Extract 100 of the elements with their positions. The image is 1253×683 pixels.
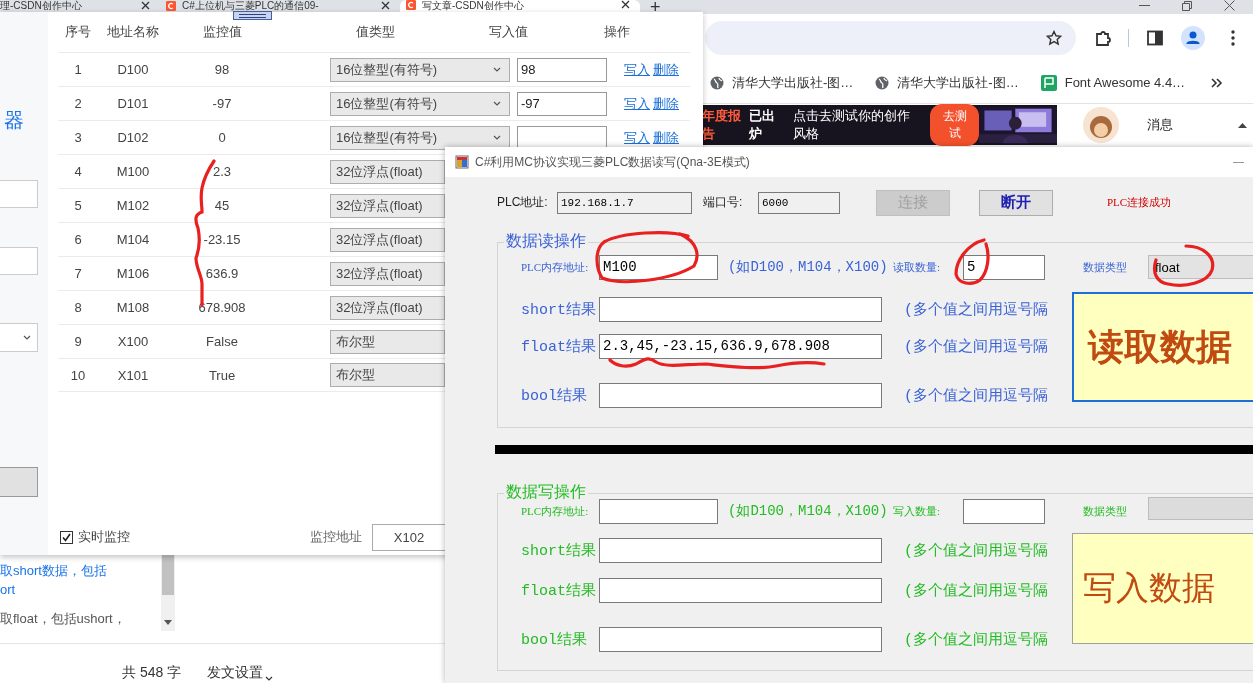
input-field[interactable]: 192.168.1.7 bbox=[557, 191, 692, 214]
table-cell: -23.15 bbox=[203, 232, 241, 247]
star-icon[interactable] bbox=[1046, 30, 1062, 46]
table-cell: M108 bbox=[116, 300, 150, 315]
input-field[interactable] bbox=[599, 577, 882, 603]
banner-emphasis: 已出炉 bbox=[749, 106, 777, 143]
type-dropdown[interactable]: 布尔型 bbox=[330, 329, 445, 354]
delete-link[interactable]: 删除 bbox=[653, 60, 679, 79]
checkbox[interactable] bbox=[60, 530, 73, 544]
type-dropdown[interactable]: float bbox=[1148, 255, 1253, 279]
type-dropdown[interactable]: 32位浮点(float) bbox=[330, 227, 445, 252]
input-field[interactable]: 2.3,45,-23.15,636.9,678.908 bbox=[599, 333, 882, 359]
row-number: 10 bbox=[70, 367, 86, 383]
outline-link[interactable]: 取short数据，包括 bbox=[0, 561, 161, 580]
hint-text: (多个值之间用逗号隔 bbox=[904, 630, 1048, 649]
avatar-icon[interactable] bbox=[1083, 106, 1119, 143]
caret-down-icon bbox=[493, 135, 501, 140]
type-dropdown[interactable]: 16位整型(有符号) bbox=[330, 125, 510, 150]
input-field[interactable] bbox=[963, 498, 1045, 524]
input-field[interactable]: 5 bbox=[963, 254, 1045, 280]
write-link[interactable]: 写入 bbox=[624, 128, 650, 147]
row-number: 6 bbox=[74, 232, 82, 247]
input-field[interactable] bbox=[599, 382, 882, 408]
type-dropdown[interactable]: 16位整型(有符号) bbox=[330, 57, 510, 82]
input-field[interactable] bbox=[0, 247, 38, 275]
field-label: PLC地址: bbox=[497, 194, 549, 211]
sidebar-icon[interactable] bbox=[1147, 30, 1163, 46]
column-header: 写入值 bbox=[488, 23, 528, 41]
scrollbar[interactable] bbox=[161, 555, 175, 631]
column-header: 序号 bbox=[65, 23, 91, 41]
close-icon[interactable] bbox=[621, 0, 630, 9]
input-field[interactable] bbox=[599, 296, 882, 322]
caret-down-icon bbox=[493, 101, 501, 106]
checkbox-label: 实时监控 bbox=[78, 528, 131, 546]
input-field[interactable]: 6000 bbox=[758, 191, 840, 214]
button[interactable] bbox=[0, 467, 38, 497]
outline-link[interactable]: ort bbox=[0, 580, 161, 599]
write-link[interactable]: 写入 bbox=[624, 94, 650, 113]
bookmark[interactable]: 清华大学出版社-图… bbox=[710, 73, 854, 92]
hint-text: (多个值之间用逗号隔 bbox=[904, 581, 1048, 600]
scroll-up-icon[interactable] bbox=[1238, 121, 1247, 128]
banner-button[interactable]: 去测试 bbox=[930, 103, 979, 146]
input-field[interactable] bbox=[599, 498, 718, 524]
ad-banner[interactable]: 年度报告 已出炉 点击去测试你的创作风格 去测试 bbox=[700, 104, 1057, 145]
type-dropdown[interactable]: 32位浮点(float) bbox=[330, 261, 445, 286]
type-dropdown[interactable]: 16位整型(有符号) bbox=[330, 91, 510, 116]
profile-icon[interactable] bbox=[1181, 26, 1205, 50]
disconnect-button[interactable]: 断开 bbox=[979, 189, 1053, 216]
write-data-button[interactable]: 写入数据 bbox=[1072, 533, 1253, 644]
type-dropdown[interactable]: 布尔型 bbox=[330, 363, 445, 387]
close-icon[interactable] bbox=[141, 1, 150, 10]
read-data-button[interactable]: 读取数据 bbox=[1072, 292, 1253, 402]
field-label: 监控地址 bbox=[310, 528, 362, 546]
table-cell: M100 bbox=[116, 164, 150, 179]
banner-highlight: 年度报告 bbox=[702, 106, 742, 143]
field-label: bool结果 bbox=[521, 386, 588, 405]
table-cell: 636.9 bbox=[205, 266, 239, 281]
type-dropdown[interactable]: 32位浮点(float) bbox=[330, 159, 445, 184]
delete-link[interactable]: 删除 bbox=[653, 128, 679, 147]
new-tab-button[interactable]: + bbox=[650, 0, 661, 14]
input-field[interactable]: M100 bbox=[599, 254, 718, 280]
menu-icon[interactable] bbox=[1231, 30, 1235, 46]
input-field[interactable] bbox=[0, 180, 38, 208]
input-field[interactable] bbox=[599, 626, 882, 652]
browser-tab[interactable]: C#上位机与三菱PLC的通信09- bbox=[160, 0, 400, 11]
input-field[interactable]: X102 bbox=[372, 523, 445, 551]
drag-handle[interactable] bbox=[233, 11, 272, 20]
delete-link[interactable]: 删除 bbox=[653, 94, 679, 113]
type-dropdown[interactable]: 32位浮点(float) bbox=[330, 295, 445, 320]
hint-text: (如D100，M104，X100) bbox=[728, 258, 889, 276]
browser-tab[interactable]: 理-CSDN创作中心 bbox=[0, 0, 160, 11]
restore-icon[interactable] bbox=[1182, 0, 1192, 11]
table-cell: False bbox=[206, 334, 238, 349]
globe-icon bbox=[875, 75, 890, 90]
connection-status: PLC连接成功 bbox=[1107, 195, 1172, 210]
input-field[interactable]: 98 bbox=[517, 57, 607, 82]
app-icon bbox=[455, 155, 469, 169]
table-cell: True bbox=[208, 367, 236, 383]
row-number: 5 bbox=[74, 198, 82, 213]
minimize-icon[interactable] bbox=[1233, 161, 1244, 163]
table-cell: 0 bbox=[218, 130, 226, 145]
chevron-right-icon[interactable] bbox=[1211, 77, 1223, 88]
write-link[interactable]: 写入 bbox=[624, 60, 650, 79]
input-field[interactable]: -97 bbox=[517, 91, 607, 116]
hint-text: (多个值之间用逗号隔 bbox=[904, 337, 1048, 356]
close-icon[interactable] bbox=[1224, 0, 1235, 11]
row-number: 4 bbox=[74, 164, 82, 179]
bookmark[interactable]: 清华大学出版社-图… bbox=[875, 73, 1019, 92]
close-icon[interactable] bbox=[381, 1, 390, 10]
type-dropdown[interactable]: 32位浮点(float) bbox=[330, 193, 445, 218]
messages-link[interactable]: 消息 bbox=[1147, 115, 1173, 134]
bookmark[interactable]: Font Awesome 4.4… bbox=[1040, 74, 1186, 91]
hint-text: (多个值之间用逗号隔 bbox=[904, 541, 1048, 560]
publish-settings-button[interactable]: 发文设置 bbox=[207, 663, 274, 681]
extension-icon[interactable] bbox=[1094, 29, 1112, 47]
input-field[interactable] bbox=[517, 125, 607, 150]
field-label: float结果 bbox=[521, 337, 597, 356]
hint-text: (多个值之间用逗号隔 bbox=[904, 386, 1048, 405]
scroll-down-icon[interactable] bbox=[164, 620, 172, 625]
input-field[interactable] bbox=[599, 537, 882, 563]
